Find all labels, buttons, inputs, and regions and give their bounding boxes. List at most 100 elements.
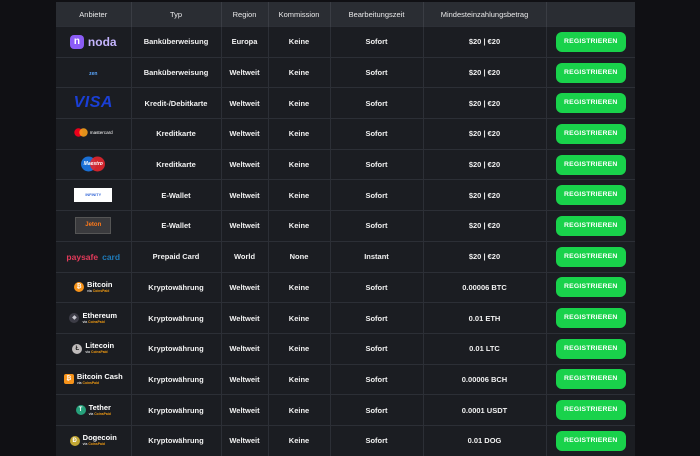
bitcoin-cash-logo: ₿ Bitcoin Cash via CoinsPaid	[63, 372, 123, 386]
type-cell: Kreditkarte	[131, 148, 222, 180]
paysafecard-logo: paysafe card	[66, 252, 120, 262]
tether-logo: T Tether via CoinsPaid	[75, 402, 111, 417]
coinspaid-text: CoinsPaid	[88, 319, 105, 324]
provider-cell: VISA	[56, 87, 132, 119]
register-button[interactable]: REGISTRIEREN	[555, 154, 626, 175]
action-cell: REGISTRIEREN	[546, 302, 635, 334]
action-cell: REGISTRIEREN	[546, 179, 635, 211]
type-cell: Prepaid Card	[131, 240, 222, 272]
zen-logo: zen	[89, 71, 98, 78]
provider-cell: Ð Dogecoin via CoinsPaid	[56, 424, 132, 456]
register-button[interactable]: REGISTRIEREN	[555, 215, 626, 236]
region-cell: Weltweit	[221, 394, 269, 426]
provider-name: Tether	[88, 402, 111, 412]
commission-cell: Keine	[268, 148, 331, 180]
time-cell: Sofort	[330, 424, 424, 456]
commission-cell: None	[268, 240, 331, 272]
time-cell: Sofort	[330, 210, 424, 242]
header-processing-time: Bearbeitungszeit	[330, 2, 424, 27]
via-text: via	[76, 380, 82, 385]
time-cell: Sofort	[330, 332, 424, 365]
table-row: VISA Kredit-/Debitkarte Weltweit Keine S…	[56, 87, 635, 119]
table-row: ◆ Ethereum via CoinsPaid Kryptowährung W…	[56, 302, 635, 334]
table-row: paysafe card Prepaid Card World None Inst…	[56, 240, 635, 272]
provider-cell: Ł Litecoin via CoinsPaid	[56, 332, 132, 365]
register-button[interactable]: REGISTRIEREN	[555, 246, 626, 267]
table-row: ₿ Bitcoin Cash via CoinsPaid Kryptowähru…	[56, 363, 635, 395]
jeton-logo: Jeton	[75, 217, 112, 235]
action-cell: REGISTRIEREN	[546, 26, 635, 58]
maestro-logo: Maestro	[80, 156, 106, 172]
provider-name: noda	[87, 34, 117, 49]
commission-cell: Keine	[268, 179, 331, 211]
type-cell: E-Wallet	[131, 179, 222, 211]
register-button[interactable]: REGISTRIEREN	[555, 308, 626, 329]
provider-name: Dogecoin	[82, 433, 117, 443]
commission-cell: Keine	[268, 118, 331, 150]
provider-name: Bitcoin	[87, 279, 113, 289]
bitcoin-logo: ₿ Bitcoin via CoinsPaid	[74, 279, 113, 294]
register-button[interactable]: REGISTRIEREN	[555, 369, 626, 390]
noda-logo: n noda	[69, 34, 117, 49]
region-cell: Weltweit	[221, 179, 269, 211]
table-row: n noda Banküberweisung Europa Keine Sofo…	[56, 26, 635, 58]
action-cell: REGISTRIEREN	[546, 332, 635, 365]
table-row: INFINITY E-Wallet Weltweit Keine Sofort …	[56, 179, 635, 211]
register-button[interactable]: REGISTRIEREN	[555, 400, 626, 421]
type-cell: Banküberweisung	[131, 56, 222, 88]
region-cell: Weltweit	[221, 363, 269, 395]
register-button[interactable]: REGISTRIEREN	[555, 31, 626, 52]
commission-cell: Keine	[268, 424, 331, 456]
table-row: T Tether via CoinsPaid Kryptowährung Wel…	[56, 394, 635, 426]
time-cell: Instant	[330, 240, 424, 272]
type-cell: Kreditkarte	[131, 118, 222, 150]
type-cell: Kryptowährung	[131, 271, 222, 303]
ethereum-icon: ◆	[69, 313, 80, 324]
type-cell: Banküberweisung	[131, 26, 222, 58]
register-button[interactable]: REGISTRIEREN	[555, 93, 626, 114]
commission-cell: Keine	[268, 394, 331, 426]
litecoin-logo: Ł Litecoin via CoinsPaid	[72, 342, 114, 355]
action-cell: REGISTRIEREN	[546, 118, 635, 150]
header-action	[546, 2, 635, 27]
commission-cell: Keine	[268, 56, 331, 88]
commission-cell: Keine	[268, 363, 331, 395]
min-deposit-cell: $20 | €20	[423, 118, 547, 150]
time-cell: Sofort	[330, 26, 424, 58]
register-button[interactable]: REGISTRIEREN	[555, 185, 626, 206]
provider-cell: zen	[56, 56, 132, 88]
header-min-deposit: Mindesteinzahlungsbetrag	[423, 2, 547, 27]
register-button[interactable]: REGISTRIEREN	[555, 430, 626, 451]
provider-cell: INFINITY	[56, 179, 132, 211]
time-cell: Sofort	[330, 179, 424, 211]
type-cell: Kryptowährung	[131, 302, 222, 334]
coinspaid-text: CoinsPaid	[82, 380, 100, 385]
table-row: zen Banküberweisung Weltweit Keine Sofor…	[56, 56, 635, 88]
register-button[interactable]: REGISTRIEREN	[555, 62, 626, 83]
register-button[interactable]: REGISTRIEREN	[555, 277, 626, 298]
action-cell: REGISTRIEREN	[546, 56, 635, 88]
min-deposit-cell: 0.01 ETH	[423, 302, 547, 334]
register-button[interactable]: REGISTRIEREN	[555, 338, 626, 359]
provider-name: Ethereum	[82, 310, 118, 320]
table-row: Ł Litecoin via CoinsPaid Kryptowährung W…	[56, 332, 635, 365]
min-deposit-cell: 0.01 LTC	[423, 332, 547, 365]
header-commission: Kommission	[268, 2, 331, 27]
register-button[interactable]: REGISTRIEREN	[555, 123, 626, 144]
type-cell: Kredit-/Debitkarte	[131, 87, 222, 119]
table-row: mastercard Kreditkarte Weltweit Keine So…	[56, 118, 635, 150]
time-cell: Sofort	[330, 271, 424, 303]
time-cell: Sofort	[330, 148, 424, 180]
via-text: via	[82, 319, 88, 324]
action-cell: REGISTRIEREN	[546, 148, 635, 180]
action-cell: REGISTRIEREN	[546, 271, 635, 303]
table-header-row: Anbieter Typ Region Kommission Bearbeitu…	[56, 2, 635, 27]
region-cell: World	[221, 240, 269, 272]
via-text: via	[82, 442, 88, 447]
coinspaid-text: CoinsPaid	[88, 442, 105, 447]
time-cell: Sofort	[330, 302, 424, 334]
region-cell: Weltweit	[221, 148, 269, 180]
type-cell: E-Wallet	[131, 210, 222, 242]
region-cell: Europa	[221, 26, 269, 58]
provider-cell: Jeton	[56, 210, 132, 242]
